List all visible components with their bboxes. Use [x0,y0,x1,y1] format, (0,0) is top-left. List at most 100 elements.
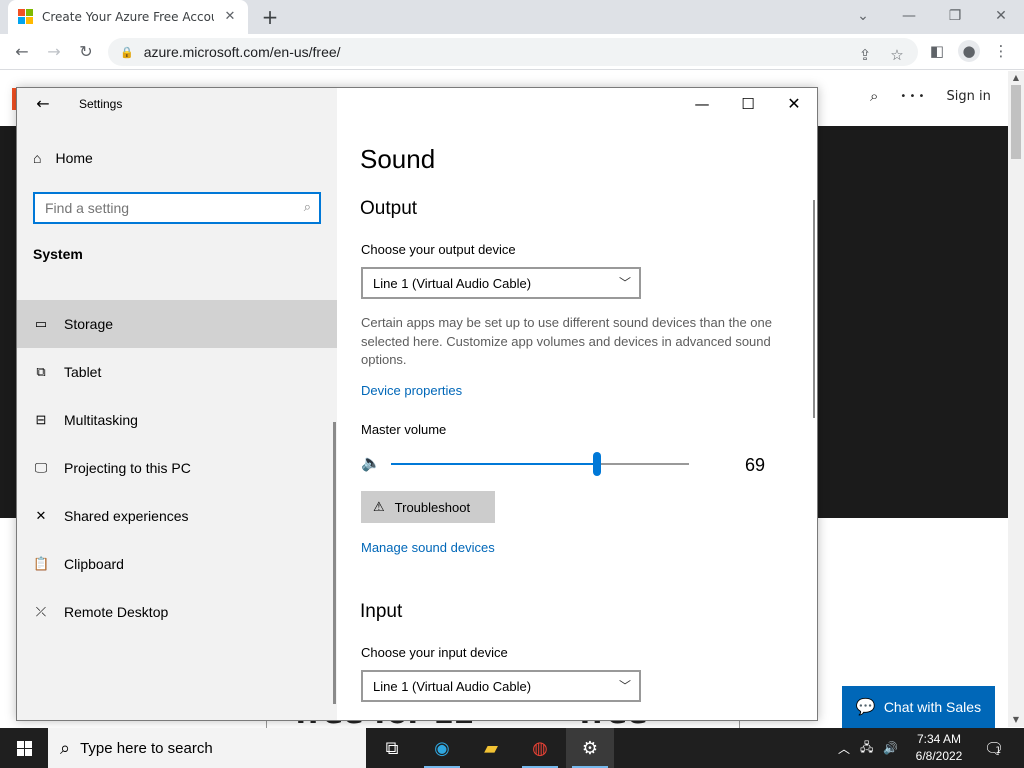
browser-tabstrip: Create Your Azure Free Account ✕ + ⌄ — ❐… [0,0,1024,34]
browser-close-button[interactable]: ✕ [978,4,1024,28]
master-volume-label: Master volume [361,422,447,437]
page-scrollbar[interactable]: ▲ ▼ [1008,71,1024,727]
nav-item-remote-desktop[interactable]: ⤫ Remote Desktop [17,588,337,636]
taskbar-clock[interactable]: 7:34 AM 6/8/2022 [906,731,972,765]
chevron-down-icon: ﹀ [618,679,631,693]
chat-with-sales-button[interactable]: 💬 Chat with Sales [842,686,995,728]
nav-item-multitasking[interactable]: ⊟ Multitasking [17,396,337,444]
page-title: Sound [360,144,436,174]
edge-icon[interactable]: ◉ [418,728,466,768]
webpage-header-actions: ⌕ • • • Sign in [870,87,991,105]
system-tray: ︿ 🖧 🔊 [838,728,898,768]
troubleshoot-button[interactable]: ⚠ Troubleshoot [361,491,495,523]
input-device-dropdown[interactable]: Line 1 (Virtual Audio Cable) ﹀ [361,670,641,702]
settings-close-button[interactable]: ✕ [771,92,817,116]
nav-item-storage[interactable]: ▭ Storage [17,300,337,348]
nav-home[interactable]: ⌂ Home [33,150,93,166]
clock-date: 6/8/2022 [915,749,963,763]
address-url: azure.microsoft.com/en-us/free/ [143,44,341,60]
windows-logo-icon [16,740,32,756]
address-bar[interactable]: 🔒 azure.microsoft.com/en-us/free/ ⇪ ☆ [108,38,918,66]
back-arrow-icon[interactable]: ← [33,94,53,114]
master-volume-row: 🔈 69 [361,450,781,478]
warning-icon: ⚠ [373,499,385,514]
browser-tab[interactable]: Create Your Azure Free Account ✕ [8,0,248,34]
notification-center-icon[interactable]: 🗨 1 [984,728,1004,768]
browser-restore-button[interactable]: ❐ [932,4,978,28]
storage-icon: ▭ [34,316,48,331]
search-icon: ⌕ [60,737,71,758]
system-nav-list: ▭ Storage ⧉ Tablet ⊟ Multitasking 🖵 Proj… [17,300,337,636]
projector-icon: 🖵 [34,460,48,475]
search-icon[interactable]: ⌕ [870,87,878,105]
tab-title: Create Your Azure Free Account [42,10,214,24]
multitasking-icon: ⊟ [35,412,47,427]
share-icon[interactable]: ⇪ [854,44,876,66]
chrome-icon[interactable]: ◍ [516,728,564,768]
profile-avatar-icon[interactable]: ● [958,40,980,62]
scroll-up-icon[interactable]: ▲ [1008,71,1024,85]
notification-count: 1 [995,746,1002,756]
output-heading: Output [360,198,418,219]
taskbar-search-placeholder: Type here to search [80,739,213,757]
chrome-menu-icon[interactable]: ⋮ [990,40,1012,62]
volume-icon[interactable]: 🔊 [883,741,898,755]
content-scrollbar[interactable] [813,200,815,418]
taskbar-search-box[interactable]: ⌕ Type here to search [48,728,366,768]
reload-icon[interactable]: ↻ [74,40,98,64]
shared-experiences-icon: ✕ [35,508,47,523]
side-panel-icon[interactable]: ◧ [926,40,948,62]
file-explorer-icon[interactable]: ▰ [467,728,515,768]
input-device-label: Choose your input device [361,645,508,660]
volume-slider-thumb[interactable] [592,452,601,476]
settings-search-input[interactable] [45,200,285,216]
speaker-icon[interactable]: 🔈 [361,453,381,472]
volume-value: 69 [745,455,766,475]
volume-slider-track[interactable] [391,463,689,465]
bookmark-star-icon[interactable]: ☆ [886,44,908,66]
settings-minimize-button[interactable]: — [679,92,725,116]
sign-in-link[interactable]: Sign in [946,89,990,104]
settings-search-box[interactable]: ⌕ [33,192,321,224]
tab-search-icon[interactable]: ⌄ [840,4,886,28]
start-button[interactable] [0,728,48,768]
output-description: Certain apps may be set up to use differ… [361,315,772,367]
nav-item-tablet[interactable]: ⧉ Tablet [17,348,337,396]
nav-item-clipboard[interactable]: 📋 Clipboard [17,540,337,588]
chevron-up-icon[interactable]: ︿ [838,740,850,757]
new-tab-button[interactable]: + [258,5,282,29]
tablet-icon: ⧉ [36,364,46,379]
output-device-dropdown[interactable]: Line 1 (Virtual Audio Cable) ﹀ [361,267,641,299]
section-label-system: System [33,246,83,262]
lock-icon: 🔒 [120,45,134,59]
network-icon[interactable]: 🖧 [860,738,873,759]
nav-item-shared-experiences[interactable]: ✕ Shared experiences [17,492,337,540]
chat-icon: 💬 [855,699,876,716]
device-properties-link[interactable]: Device properties [361,383,462,398]
settings-gear-icon[interactable]: ⚙ [566,728,614,768]
settings-window: ← Settings ⌂ Home ⌕ System ▭ Storage ⧉ T… [16,87,818,721]
manage-sound-devices-link[interactable]: Manage sound devices [361,540,495,555]
scroll-down-icon[interactable]: ▼ [1008,713,1024,727]
home-icon: ⌂ [33,150,42,166]
tab-close-icon[interactable]: ✕ [222,9,238,25]
output-device-label: Choose your output device [361,242,516,257]
chevron-down-icon: ﹀ [618,276,631,290]
taskbar: ⌕ Type here to search ⧉ ◉ ▰ ◍ ⚙ ︿ 🖧 🔊 7:… [0,728,1024,768]
clock-time: 7:34 AM [916,732,962,746]
browser-minimize-button[interactable]: — [886,4,932,28]
input-heading: Input [360,601,403,622]
page-scroll-thumb[interactable] [1011,85,1021,159]
search-icon: ⌕ [303,200,311,215]
settings-maximize-button[interactable]: ☐ [725,92,771,116]
more-icon[interactable]: • • • [900,91,924,102]
sound-settings-pane: — ☐ ✕ Sound Output Choose your output de… [337,88,817,720]
volume-slider-fill [391,463,597,465]
nav-scrollbar[interactable] [333,422,336,704]
remote-desktop-icon: ⤫ [35,604,47,619]
nav-item-projecting[interactable]: 🖵 Projecting to this PC [17,444,337,492]
back-arrow-icon[interactable]: ← [10,40,34,64]
forward-arrow-icon[interactable]: → [42,40,66,64]
task-view-icon[interactable]: ⧉ [368,728,416,768]
browser-toolbar: ← → ↻ 🔒 azure.microsoft.com/en-us/free/ … [0,34,1024,70]
